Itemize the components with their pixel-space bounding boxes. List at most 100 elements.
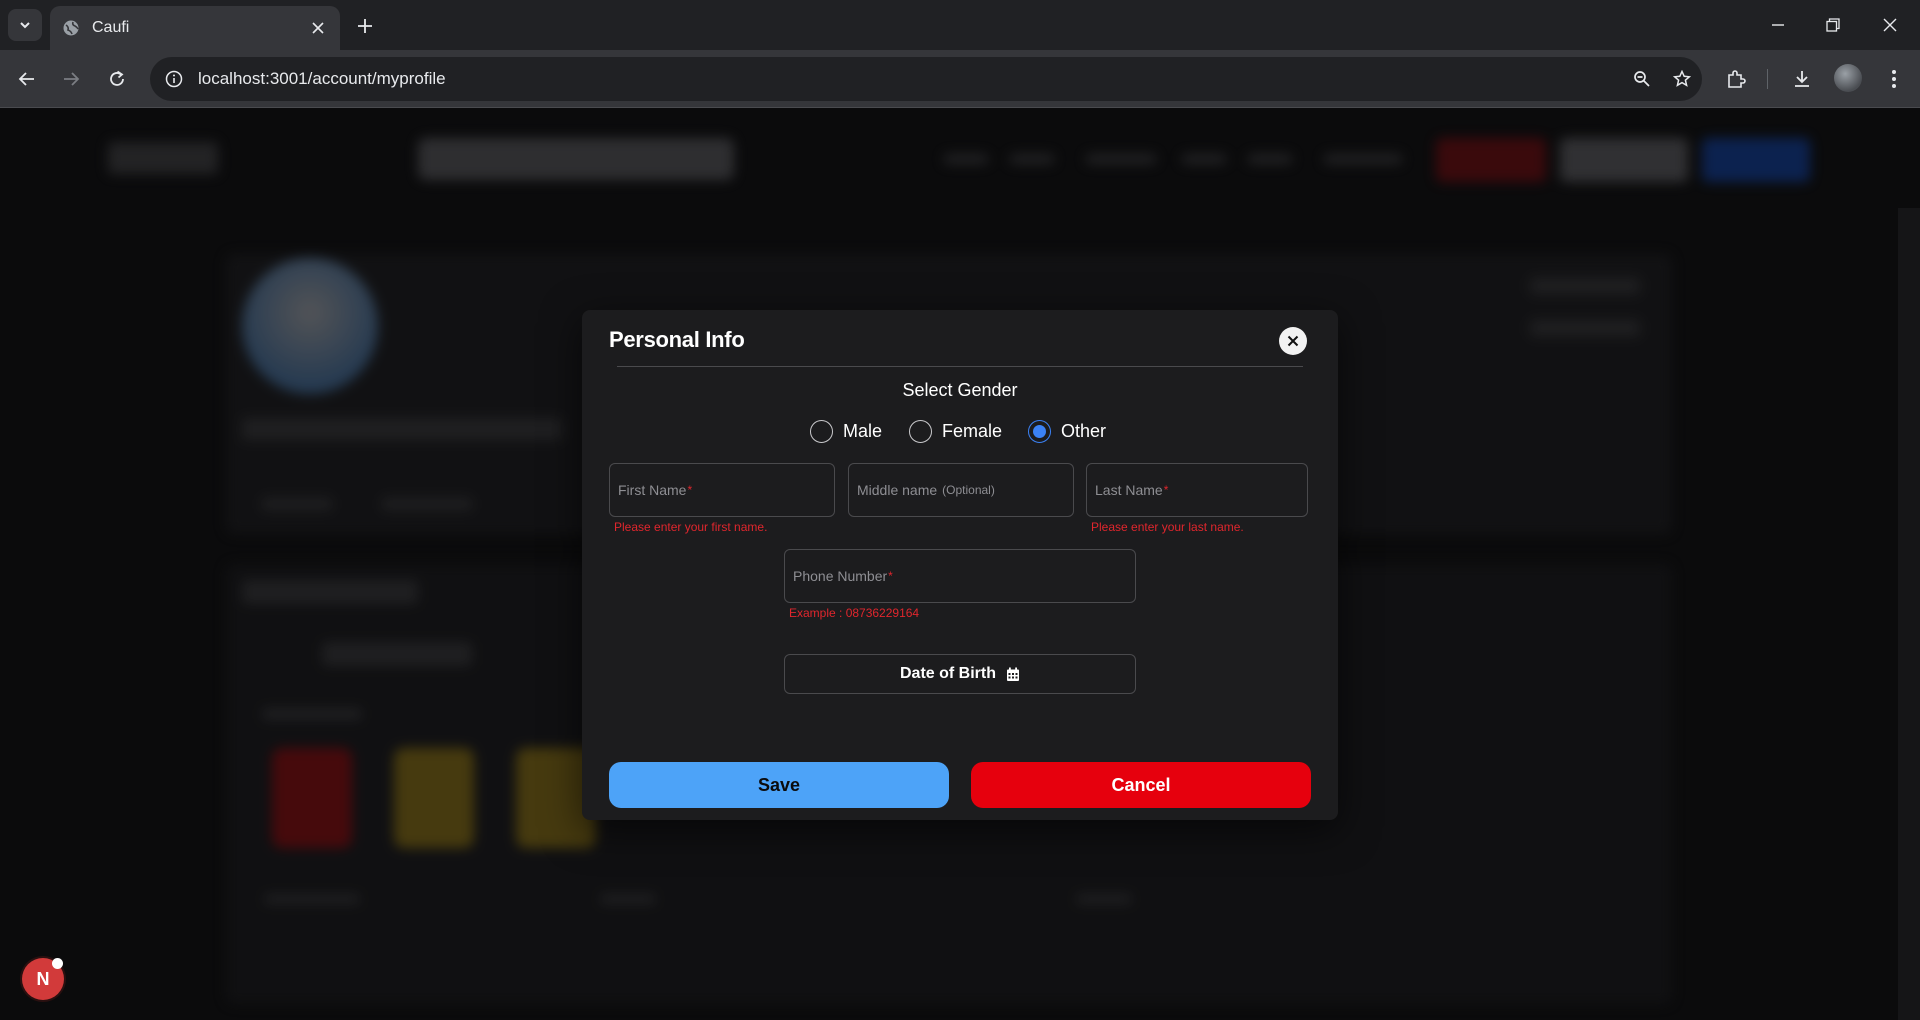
profile-avatar-button[interactable] [1834,64,1862,92]
minimize-icon [1772,24,1784,26]
first-name-placeholder: First Name [618,482,687,498]
reload-icon [110,70,124,86]
tab-blurred [262,498,332,510]
last-name-placeholder: Last Name [1095,482,1163,498]
extensions-button[interactable] [1721,64,1751,94]
required-mark: * [1163,483,1169,497]
gender-option-label: Female [942,421,1003,441]
browser-tab[interactable]: Caufi [50,6,340,50]
tab-blurred [382,498,472,510]
restore-button[interactable] [1815,10,1851,40]
gender-option-other[interactable]: Other [1028,420,1106,443]
forward-button[interactable] [56,64,86,94]
modal-divider [617,366,1303,367]
reload-button[interactable] [102,64,132,94]
tab-title: Caufi [92,19,130,36]
blue-button-blurred [1702,138,1810,182]
gender-label: Select Gender [902,380,1018,400]
label-blurred [262,708,362,720]
close-icon [1883,18,1897,32]
tab-search-button[interactable] [8,9,42,41]
tab-close-button[interactable] [308,18,328,38]
bookmark-button[interactable] [1662,59,1702,99]
personal-info-modal: Personal Info Select Gender Male Female … [582,310,1338,820]
required-mark: * [888,569,893,583]
gender-option-female[interactable]: Female [909,420,1002,443]
optional-label: (Optional) [942,483,995,497]
zoom-icon [1634,71,1650,87]
save-button[interactable]: Save [609,762,949,808]
arrow-left-icon [18,72,34,86]
nav-blurred [1248,154,1292,164]
price-blurred [264,894,360,904]
browser-tab-bar: Caufi [0,0,1920,50]
star-icon [1673,70,1691,87]
price-blurred [1076,894,1132,904]
action-blurred [1530,278,1640,294]
downloads-button[interactable] [1787,64,1817,94]
required-mark: * [687,483,693,497]
heading-blurred [242,580,418,604]
download-icon [1795,71,1809,87]
phone-number-field[interactable]: Phone Number * [784,549,1136,603]
name-blurred [242,418,562,440]
first-name-field[interactable]: First Name * [609,463,835,517]
nav-blurred [1010,154,1054,164]
date-of-birth-button[interactable]: Date of Birth [784,654,1136,694]
product-blurred [394,748,474,848]
modal-close-button[interactable] [1279,327,1307,355]
grey-button-blurred [1560,138,1688,182]
action-blurred [1530,320,1640,336]
restore-icon [1826,18,1840,32]
browser-toolbar: localhost:3001/account/myprofile [0,50,1920,108]
last-name-field[interactable]: Last Name * [1086,463,1308,517]
gender-option-label: Other [1061,421,1107,441]
dev-indicator-status-dot [52,958,63,969]
url-text[interactable]: localhost:3001/account/myprofile [198,69,1622,89]
site-info-button[interactable] [154,59,194,99]
close-window-button[interactable] [1872,10,1908,40]
profile-avatar-blurred [242,258,378,394]
arrow-right-icon [64,72,80,86]
plus-icon [358,19,372,33]
middle-name-field[interactable]: Middle name (Optional) [848,463,1074,517]
zoom-button[interactable] [1622,59,1662,99]
radio-female[interactable] [909,420,932,443]
toolbar-separator [1767,69,1768,89]
globe-icon [63,20,79,36]
radio-selected-dot [1033,425,1046,438]
page-scrollbar[interactable] [1898,208,1920,1020]
red-button-blurred [1436,138,1546,182]
close-icon [1287,335,1299,347]
phone-number-placeholder: Phone Number [793,568,888,584]
phone-number-hint: Example : 08736229164 [789,606,920,620]
address-bar[interactable]: localhost:3001/account/myprofile [150,57,1702,101]
minimize-button[interactable] [1760,10,1796,40]
new-tab-button[interactable] [352,13,378,39]
nav-blurred [944,154,988,164]
back-button[interactable] [12,64,42,94]
radio-other[interactable] [1028,420,1051,443]
site-logo-blurred [108,142,218,174]
product-blurred [272,748,352,848]
radio-male[interactable] [810,420,833,443]
puzzle-icon [1728,70,1746,88]
middle-name-placeholder: Middle name [857,482,938,498]
price-blurred [600,894,656,904]
modal-title: Personal Info [609,327,745,352]
nextjs-logo-letter: N [36,968,50,989]
site-search-blurred [418,138,734,180]
date-of-birth-label: Date of Birth [900,665,996,682]
tune-icon [165,70,183,88]
nav-blurred [1086,154,1156,164]
nav-blurred [1182,154,1226,164]
chevron-down-icon [20,22,30,29]
browser-menu-button[interactable] [1879,64,1909,94]
first-name-error: Please enter your first name. [614,520,768,534]
cancel-button[interactable]: Cancel [971,762,1311,808]
nav-blurred [1324,154,1402,164]
filter-blurred [322,642,472,666]
last-name-error: Please enter your last name. [1091,520,1244,534]
gender-option-male[interactable]: Male [810,420,882,443]
kebab-icon [1892,70,1896,88]
